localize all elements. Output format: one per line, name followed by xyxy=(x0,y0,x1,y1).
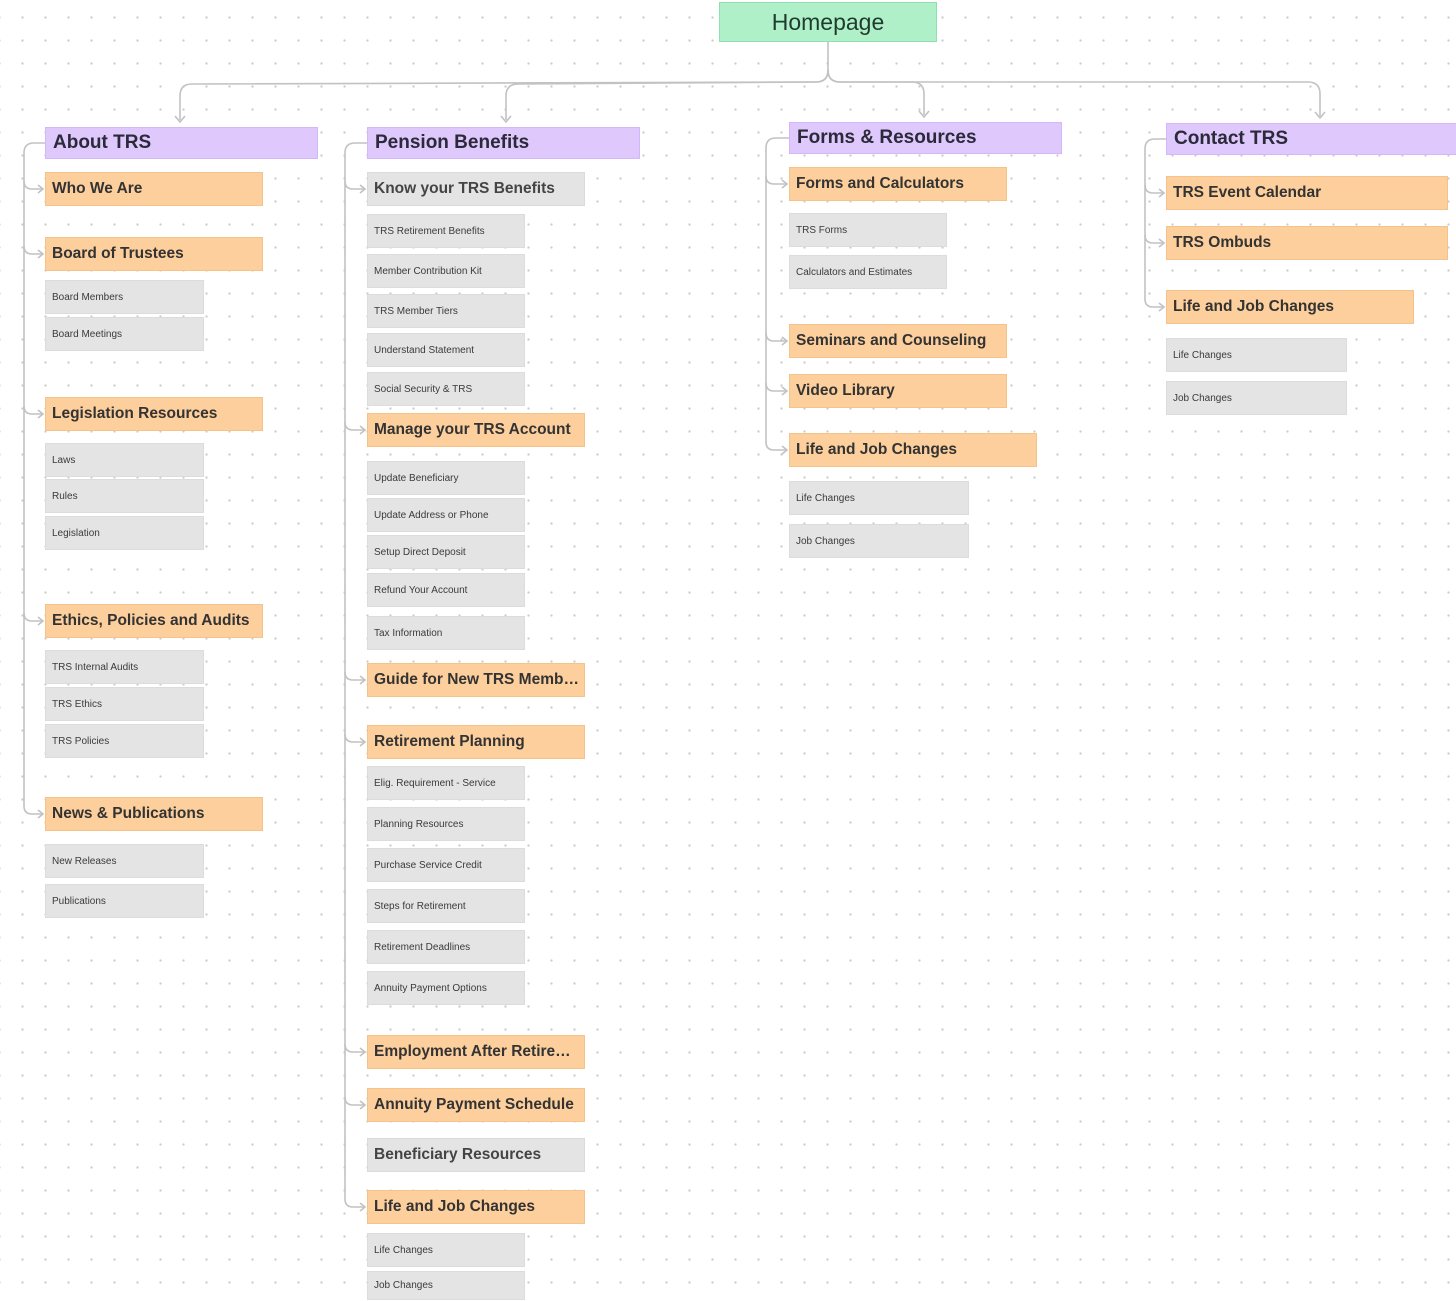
subpage-job-changes-pension[interactable]: Job Changes xyxy=(367,1271,525,1300)
connector-line xyxy=(1144,138,1166,299)
homepage-node[interactable]: Homepage xyxy=(719,2,937,42)
homepage-label: Homepage xyxy=(771,8,885,35)
section-forms-resources[interactable]: Forms & Resources xyxy=(789,122,1062,154)
subpage-setup-direct-deposit[interactable]: Setup Direct Deposit xyxy=(367,535,525,569)
page-life-and-job-changes-pension[interactable]: Life and Job Changes xyxy=(367,1190,585,1224)
page-guide-for-new-trs-members[interactable]: Guide for New TRS Members xyxy=(367,663,585,697)
subpage-update-beneficiary[interactable]: Update Beneficiary xyxy=(367,461,525,495)
subpage-job-changes-contact[interactable]: Job Changes xyxy=(1166,381,1347,415)
connector-line xyxy=(1144,234,1163,244)
connector-line xyxy=(344,142,367,1199)
subpage-planning-resources[interactable]: Planning Resources xyxy=(367,807,525,841)
subpage-board-meetings[interactable]: Board Meetings xyxy=(45,317,204,351)
subpage-annuity-payment-options[interactable]: Annuity Payment Options xyxy=(367,971,525,1005)
page-who-we-are[interactable]: Who We Are xyxy=(45,172,263,206)
page-life-and-job-changes-contact[interactable]: Life and Job Changes xyxy=(1166,290,1414,324)
subpage-update-address-phone[interactable]: Update Address or Phone xyxy=(367,498,525,532)
page-manage-your-trs-account[interactable]: Manage your TRS Account xyxy=(367,413,585,447)
subpage-trs-member-tiers[interactable]: TRS Member Tiers xyxy=(367,294,525,328)
page-news-publications[interactable]: News & Publications xyxy=(45,797,263,831)
subpage-rules[interactable]: Rules xyxy=(45,479,204,513)
connector-line xyxy=(827,69,1321,116)
page-beneficiary-resources[interactable]: Beneficiary Resources xyxy=(367,1138,585,1172)
subpage-life-changes-pension[interactable]: Life Changes xyxy=(367,1233,525,1267)
subpage-member-contribution-kit[interactable]: Member Contribution Kit xyxy=(367,254,525,288)
subpage-social-security-trs[interactable]: Social Security & TRS xyxy=(367,372,525,406)
subpage-calculators-estimates[interactable]: Calculators and Estimates xyxy=(789,255,947,289)
subpage-understand-statement[interactable]: Understand Statement xyxy=(367,333,525,367)
page-ethics-policies-audits[interactable]: Ethics, Policies and Audits xyxy=(45,604,263,638)
subpage-elig-requirement-service[interactable]: Elig. Requirement - Service xyxy=(367,766,525,800)
page-annuity-payment-schedule[interactable]: Annuity Payment Schedule xyxy=(367,1088,585,1122)
connector-line xyxy=(23,142,45,806)
subpage-trs-forms[interactable]: TRS Forms xyxy=(789,213,947,247)
page-video-library[interactable]: Video Library xyxy=(789,374,1007,408)
connector-line xyxy=(1144,298,1163,308)
subpage-steps-for-retirement[interactable]: Steps for Retirement xyxy=(367,889,525,923)
section-contact-trs[interactable]: Contact TRS xyxy=(1166,123,1456,155)
connector-line xyxy=(179,42,829,120)
subpage-tax-information[interactable]: Tax Information xyxy=(367,616,525,650)
page-legislation-resources[interactable]: Legislation Resources xyxy=(45,397,263,431)
subpage-board-members[interactable]: Board Members xyxy=(45,280,204,314)
connector-line xyxy=(23,405,42,415)
connector-line xyxy=(23,612,42,622)
page-retirement-planning[interactable]: Retirement Planning xyxy=(367,725,585,759)
subpage-trs-ethics[interactable]: TRS Ethics xyxy=(45,687,204,721)
subpage-trs-internal-audits[interactable]: TRS Internal Audits xyxy=(45,650,204,684)
subpage-publications[interactable]: Publications xyxy=(45,884,204,918)
connector-line xyxy=(1144,184,1163,194)
subpage-trs-policies[interactable]: TRS Policies xyxy=(45,724,204,758)
connector-line xyxy=(23,805,42,815)
connector-line xyxy=(827,69,925,115)
page-board-of-trustees[interactable]: Board of Trustees xyxy=(45,237,263,271)
subpage-life-changes-forms[interactable]: Life Changes xyxy=(789,481,969,515)
subpage-life-changes-contact[interactable]: Life Changes xyxy=(1166,338,1347,372)
subpage-purchase-service-credit[interactable]: Purchase Service Credit xyxy=(367,848,525,882)
page-seminars-and-counseling[interactable]: Seminars and Counseling xyxy=(789,324,1007,358)
subpage-refund-your-account[interactable]: Refund Your Account xyxy=(367,573,525,607)
section-pension-benefits[interactable]: Pension Benefits xyxy=(367,127,640,159)
connector-line xyxy=(505,69,829,120)
page-trs-ombuds[interactable]: TRS Ombuds xyxy=(1166,226,1448,260)
page-employment-after-retirement[interactable]: Employment After Retirement xyxy=(367,1035,585,1069)
subpage-retirement-deadlines[interactable]: Retirement Deadlines xyxy=(367,930,525,964)
section-about-trs[interactable]: About TRS xyxy=(45,127,318,159)
page-know-your-trs-benefits[interactable]: Know your TRS Benefits xyxy=(367,172,585,206)
page-trs-event-calendar[interactable]: TRS Event Calendar xyxy=(1166,176,1448,210)
subpage-laws[interactable]: Laws xyxy=(45,443,204,477)
connector-line xyxy=(23,180,42,190)
subpage-new-releases[interactable]: New Releases xyxy=(45,844,204,878)
subpage-trs-retirement-benefits[interactable]: TRS Retirement Benefits xyxy=(367,214,525,248)
page-life-and-job-changes-forms[interactable]: Life and Job Changes xyxy=(789,433,1037,467)
subpage-job-changes-forms[interactable]: Job Changes xyxy=(789,524,969,558)
connector-line xyxy=(23,245,42,255)
page-forms-and-calculators[interactable]: Forms and Calculators xyxy=(789,167,1007,201)
subpage-legislation[interactable]: Legislation xyxy=(45,516,204,550)
